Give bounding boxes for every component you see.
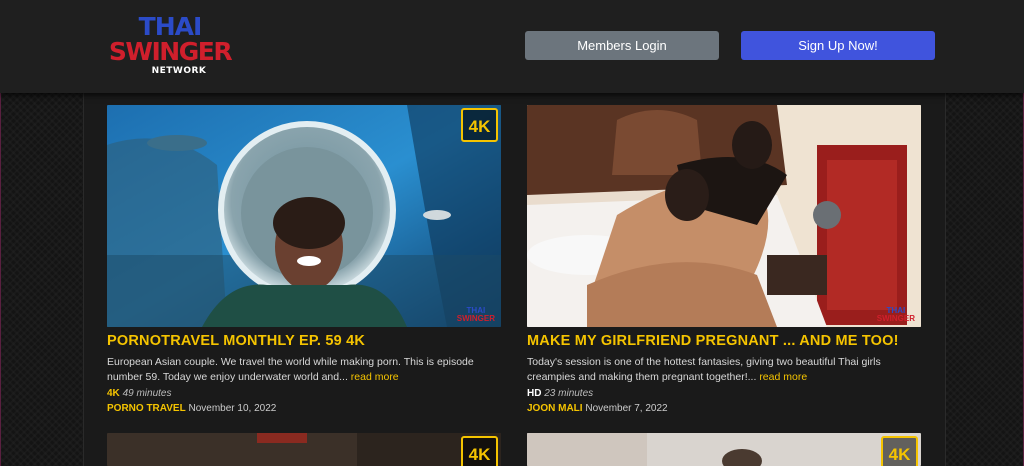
release-date: November 10, 2022 (188, 403, 277, 414)
sign-up-button[interactable]: Sign Up Now! (741, 31, 935, 60)
4k-badge: 4K (461, 108, 498, 142)
video-description: European Asian couple. We travel the wor… (107, 355, 501, 385)
thumbnail-image-partial (107, 433, 501, 466)
release-date: November 7, 2022 (585, 403, 668, 414)
members-login-button[interactable]: Members Login (525, 31, 719, 60)
thumbnail-image-partial (527, 433, 921, 466)
video-grid: 4K THAI SWINGER PORNOTRAVEL MONTHLY EP. … (83, 93, 946, 466)
video-meta: HD 23 minutes (527, 386, 921, 401)
video-thumbnail[interactable]: THAI SWINGER (527, 105, 921, 327)
thumbnail-watermark: THAI SWINGER (876, 306, 915, 323)
video-thumbnail[interactable]: 4K (527, 433, 921, 466)
model-link[interactable]: JOON MALI (527, 403, 583, 414)
thumbnail-image-bedroom (527, 105, 921, 327)
read-more-link[interactable]: read more (351, 371, 399, 383)
site-logo[interactable]: THAI SWINGER NETWORK (106, 14, 234, 84)
logo-line-2: SWINGER (108, 37, 233, 66)
thumbnail-image-underwater (107, 105, 501, 327)
video-card: 4K (107, 433, 501, 466)
quality-label: HD (527, 388, 542, 399)
video-byline: JOON MALI November 7, 2022 (527, 401, 921, 416)
video-thumbnail[interactable]: 4K THAI SWINGER (107, 105, 501, 327)
video-card: 4K THAI SWINGER PORNOTRAVEL MONTHLY EP. … (107, 105, 501, 416)
description-text: European Asian couple. We travel the wor… (107, 356, 474, 383)
logo-line-3: NETWORK (151, 66, 207, 76)
video-title[interactable]: PORNOTRAVEL MONTHLY EP. 59 4K (107, 333, 501, 349)
video-title[interactable]: MAKE MY GIRLFRIEND PREGNANT ... AND ME T… (527, 333, 921, 349)
video-card: 4K (527, 433, 921, 466)
video-card: THAI SWINGER MAKE MY GIRLFRIEND PREGNANT… (527, 105, 921, 416)
duration-label: 23 minutes (544, 388, 594, 399)
video-meta: 4K 49 minutes (107, 386, 501, 401)
model-link[interactable]: PORNO TRAVEL (107, 403, 186, 414)
description-text: Today's session is one of the hottest fa… (527, 356, 881, 383)
video-thumbnail[interactable]: 4K (107, 433, 501, 466)
4k-badge: 4K (881, 436, 918, 466)
video-byline: PORNO TRAVEL November 10, 2022 (107, 401, 501, 416)
duration-label: 49 minutes (122, 388, 172, 399)
thumbnail-watermark: THAI SWINGER (456, 306, 495, 323)
quality-label: 4K (107, 388, 120, 399)
4k-badge: 4K (461, 436, 498, 466)
site-header: THAI SWINGER NETWORK Members Login Sign … (0, 0, 1024, 93)
video-description: Today's session is one of the hottest fa… (527, 355, 921, 385)
read-more-link[interactable]: read more (759, 371, 807, 383)
